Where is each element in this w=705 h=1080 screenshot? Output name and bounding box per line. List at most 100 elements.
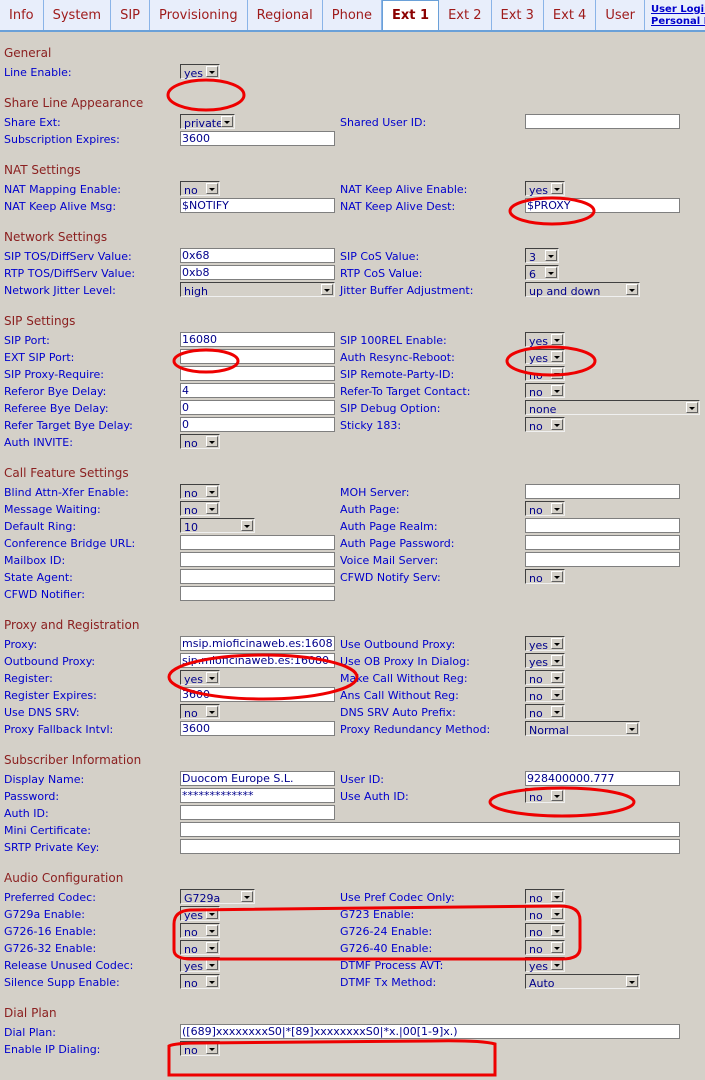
select-g723-enable[interactable]: no — [525, 906, 565, 921]
field-dial-plan — [180, 1024, 680, 1041]
field-use-dns-srv: no — [180, 704, 220, 721]
input-cfwd-notifier[interactable] — [180, 586, 335, 601]
input-sip-proxy-require[interactable] — [180, 366, 335, 381]
select-ans-call-without-reg[interactable]: no — [525, 687, 565, 702]
select-line-enable[interactable]: yes — [180, 64, 220, 79]
field-rtp-tos — [180, 265, 335, 282]
input-auth-page-realm[interactable] — [525, 518, 680, 533]
select-message-waiting[interactable]: no — [180, 501, 220, 516]
select-g726-24-enable[interactable]: no — [525, 923, 565, 938]
select-nat-keep-alive-enable[interactable]: yes — [525, 181, 565, 196]
input-mini-certificate[interactable] — [180, 822, 680, 837]
tab-sip[interactable]: SIP — [111, 0, 150, 30]
chevron-down-icon — [551, 334, 563, 345]
input-shared-user-id[interactable] — [525, 114, 680, 129]
select-use-ob-proxy-in-dialog[interactable]: yes — [525, 653, 565, 668]
input-register-expires[interactable] — [180, 687, 335, 702]
select-share-ext-value: private — [181, 117, 223, 130]
select-g729a-enable[interactable]: yes — [180, 906, 220, 921]
select-sip-100rel-enable[interactable]: yes — [525, 332, 565, 347]
input-subscription-expires[interactable] — [180, 131, 335, 146]
input-refer-target-bye-delay[interactable] — [180, 417, 335, 432]
select-rtp-cos[interactable]: 6 — [525, 265, 559, 280]
select-release-unused-codec[interactable]: yes — [180, 957, 220, 972]
select-g726-16-enable[interactable]: no — [180, 923, 220, 938]
select-share-ext[interactable]: private — [180, 114, 235, 129]
input-mailbox-id[interactable] — [180, 552, 335, 567]
input-srtp-private-key[interactable] — [180, 839, 680, 854]
tab-phone[interactable]: Phone — [323, 0, 382, 30]
select-sticky-183[interactable]: no — [525, 417, 565, 432]
select-silence-supp-enable[interactable]: no — [180, 974, 220, 989]
row-proxy: Proxy: Use Outbound Proxy: yes — [0, 636, 705, 653]
input-password[interactable] — [180, 788, 335, 803]
select-proxy-redundancy-method[interactable]: Normal — [525, 721, 640, 736]
input-referee-bye-delay[interactable] — [180, 400, 335, 415]
tab-user[interactable]: User — [596, 0, 645, 30]
select-refer-to-target-contact[interactable]: no — [525, 383, 565, 398]
select-jitter-buffer-adjustment[interactable]: up and down — [525, 282, 640, 297]
link-user-login[interactable]: User Login — [651, 4, 705, 15]
select-sip-debug-option[interactable]: none — [525, 400, 700, 415]
tab-ext-1[interactable]: Ext 1 — [382, 0, 439, 32]
select-use-dns-srv[interactable]: no — [180, 704, 220, 719]
select-use-pref-codec-only-value: no — [526, 892, 543, 905]
input-sip-port[interactable] — [180, 332, 335, 347]
tab-regional[interactable]: Regional — [248, 0, 323, 30]
input-nat-keep-alive-msg[interactable] — [180, 198, 335, 213]
select-preferred-codec[interactable]: G729a — [180, 889, 255, 904]
select-g726-40-enable[interactable]: no — [525, 940, 565, 955]
select-enable-ip-dialing[interactable]: no — [180, 1041, 220, 1056]
tab-ext-4[interactable]: Ext 4 — [544, 0, 596, 30]
select-network-jitter-level[interactable]: high — [180, 282, 335, 297]
select-auth-page[interactable]: no — [525, 501, 565, 516]
tab-info[interactable]: Info — [0, 0, 44, 30]
tab-system[interactable]: System — [44, 0, 111, 30]
select-use-pref-codec-only[interactable]: no — [525, 889, 565, 904]
select-g726-32-enable[interactable]: no — [180, 940, 220, 955]
tab-ext-3[interactable]: Ext 3 — [492, 0, 544, 30]
input-referor-bye-delay[interactable] — [180, 383, 335, 398]
select-register[interactable]: yes — [180, 670, 220, 685]
select-sip-cos[interactable]: 3 — [525, 248, 559, 263]
input-outbound-proxy[interactable] — [180, 653, 335, 668]
label-use-outbound-proxy: Use Outbound Proxy: — [340, 636, 455, 653]
select-nat-mapping-enable[interactable]: no — [180, 181, 220, 196]
select-auth-invite-value: no — [181, 437, 198, 450]
select-make-call-without-reg[interactable]: no — [525, 670, 565, 685]
input-rtp-tos[interactable] — [180, 265, 335, 280]
input-state-agent[interactable] — [180, 569, 335, 584]
tab-provisioning[interactable]: Provisioning — [150, 0, 248, 30]
input-auth-id[interactable] — [180, 805, 335, 820]
select-dtmf-tx-method[interactable]: Auto — [525, 974, 640, 989]
chevron-down-icon — [321, 284, 333, 295]
input-user-id[interactable] — [525, 771, 680, 786]
input-ext-sip-port[interactable] — [180, 349, 335, 364]
input-proxy-fallback-intvl[interactable] — [180, 721, 335, 736]
input-display-name[interactable] — [180, 771, 335, 786]
input-dial-plan[interactable] — [180, 1024, 680, 1039]
select-cfwd-notify-serv[interactable]: no — [525, 569, 565, 584]
select-dns-srv-auto-prefix[interactable]: no — [525, 704, 565, 719]
select-default-ring[interactable]: 10 — [180, 518, 255, 533]
input-proxy[interactable] — [180, 636, 335, 651]
field-ans-call-without-reg: no — [525, 687, 565, 704]
input-voice-mail-server[interactable] — [525, 552, 680, 567]
select-use-outbound-proxy[interactable]: yes — [525, 636, 565, 651]
row-g729a-enable: G729a Enable: yes G723 Enable: no — [0, 906, 705, 923]
link-personal-directory[interactable]: Personal Directory — [651, 16, 705, 27]
label-g723-enable: G723 Enable: — [340, 906, 414, 923]
select-auth-resync-reboot[interactable]: yes — [525, 349, 565, 364]
input-nat-keep-alive-dest[interactable] — [525, 198, 680, 213]
input-auth-page-password[interactable] — [525, 535, 680, 550]
input-moh-server[interactable] — [525, 484, 680, 499]
select-sip-remote-party-id[interactable]: no — [525, 366, 565, 381]
select-dtmf-process-avt[interactable]: yes — [525, 957, 565, 972]
label-shared-user-id: Shared User ID: — [340, 114, 426, 131]
select-auth-invite[interactable]: no — [180, 434, 220, 449]
input-sip-tos[interactable] — [180, 248, 335, 263]
select-blind-attn-xfer-enable[interactable]: no — [180, 484, 220, 499]
select-use-auth-id[interactable]: no — [525, 788, 565, 803]
input-conference-bridge-url[interactable] — [180, 535, 335, 550]
tab-ext-2[interactable]: Ext 2 — [439, 0, 491, 30]
